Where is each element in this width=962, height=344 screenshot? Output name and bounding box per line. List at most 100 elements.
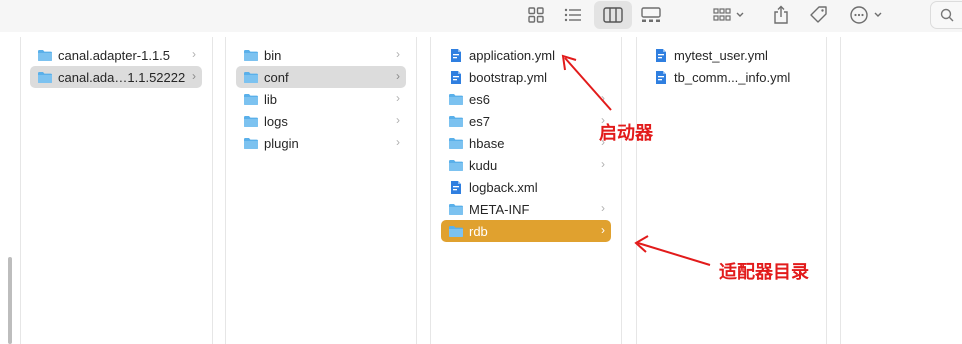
folder-icon	[447, 157, 465, 173]
share-icon	[774, 5, 788, 24]
file-icon	[447, 69, 465, 85]
item-label: kudu	[469, 157, 498, 173]
item-label: canal.ada…1.1.52222	[58, 69, 186, 85]
item-label: hbase	[469, 135, 505, 151]
chevron-right-icon: ›	[192, 69, 196, 83]
file-item[interactable]: tb_comm..._info.yml	[646, 66, 816, 88]
folder-item[interactable]: META-INF ›	[441, 198, 611, 220]
column-divider[interactable]	[416, 37, 417, 344]
column-2: bin › conf › lib › logs › plugin ›	[236, 37, 406, 344]
file-item[interactable]: bootstrap.yml	[441, 66, 611, 88]
item-label: canal.adapter-1.1.5	[58, 47, 171, 63]
file-icon	[652, 47, 670, 63]
column-view-button[interactable]	[594, 1, 632, 29]
file-icon	[652, 69, 670, 85]
adapter-dir-annotation: 适配器目录	[719, 262, 809, 283]
chevron-right-icon: ›	[601, 157, 605, 171]
more-icon	[850, 6, 882, 24]
item-label: plugin	[264, 135, 299, 151]
folder-icon	[36, 69, 54, 85]
file-item[interactable]: mytest_user.yml	[646, 44, 816, 66]
column-view-icon	[603, 7, 623, 23]
folder-item[interactable]: es6 ›	[441, 88, 611, 110]
item-label: mytest_user.yml	[674, 47, 768, 63]
chevron-right-icon: ›	[396, 113, 400, 127]
column-divider[interactable]	[20, 37, 21, 344]
column-divider[interactable]	[225, 37, 226, 344]
column-4: mytest_user.yml tb_comm..._info.yml	[646, 37, 816, 344]
folder-icon	[242, 113, 260, 129]
column-divider[interactable]	[212, 37, 213, 344]
folder-item[interactable]: es7 ›	[441, 110, 611, 132]
search-icon	[940, 8, 954, 22]
item-label: lib	[264, 91, 278, 107]
item-label: es6	[469, 91, 490, 107]
chevron-right-icon: ›	[601, 201, 605, 215]
column-divider[interactable]	[621, 37, 622, 344]
chevron-right-icon: ›	[396, 91, 400, 105]
column-divider[interactable]	[826, 37, 827, 344]
folder-icon	[242, 135, 260, 151]
chevron-right-icon: ›	[601, 223, 605, 237]
group-button[interactable]	[710, 1, 750, 29]
item-label: logback.xml	[469, 179, 538, 195]
folder-item[interactable]: conf ›	[236, 66, 406, 88]
list-view-button[interactable]	[558, 1, 588, 29]
gallery-view-icon	[641, 7, 661, 22]
scrollbar[interactable]	[8, 257, 12, 344]
folder-item[interactable]: canal.adapter-1.1.5 ›	[30, 44, 202, 66]
folder-item[interactable]: lib ›	[236, 88, 406, 110]
folder-item[interactable]: bin ›	[236, 44, 406, 66]
column-divider[interactable]	[840, 37, 841, 344]
file-icon	[447, 179, 465, 195]
folder-item[interactable]: rdb ›	[441, 220, 611, 242]
toolbar	[0, 0, 962, 32]
gallery-view-button[interactable]	[636, 1, 666, 29]
chevron-right-icon: ›	[396, 47, 400, 61]
folder-icon	[447, 201, 465, 217]
folder-icon	[242, 91, 260, 107]
file-item[interactable]: logback.xml	[441, 176, 611, 198]
icon-view-icon	[528, 7, 544, 23]
folder-icon	[242, 69, 260, 85]
file-item[interactable]: application.yml	[441, 44, 611, 66]
item-label: bin	[264, 47, 282, 63]
folder-item[interactable]: plugin ›	[236, 132, 406, 154]
tag-icon	[810, 6, 827, 23]
folder-item[interactable]: canal.ada…1.1.52222 ›	[30, 66, 202, 88]
folder-icon	[36, 47, 54, 63]
column-browser: canal.adapter-1.1.5 › canal.ada…1.1.52222 ›…	[0, 37, 962, 344]
folder-icon	[447, 113, 465, 129]
list-view-icon	[564, 8, 581, 22]
share-button[interactable]	[768, 1, 794, 29]
search-field[interactable]	[930, 1, 962, 29]
column-3: application.yml bootstrap.yml es6 › es7 › hbas…	[441, 37, 611, 344]
item-label: rdb	[469, 223, 488, 239]
folder-item[interactable]: kudu ›	[441, 154, 611, 176]
launcher-annotation: 启动器	[599, 123, 653, 144]
item-label: es7	[469, 113, 490, 129]
folder-item[interactable]: logs ›	[236, 110, 406, 132]
item-label: META-INF	[469, 201, 530, 217]
item-label: conf	[264, 69, 289, 85]
item-label: tb_comm..._info.yml	[674, 69, 791, 85]
item-label: logs	[264, 113, 288, 129]
chevron-right-icon: ›	[192, 47, 196, 61]
more-button[interactable]	[846, 1, 888, 29]
chevron-right-icon: ›	[396, 135, 400, 149]
folder-item[interactable]: hbase ›	[441, 132, 611, 154]
chevron-right-icon: ›	[396, 69, 400, 83]
group-icon	[713, 8, 744, 21]
column-divider[interactable]	[430, 37, 431, 344]
item-label: bootstrap.yml	[469, 69, 548, 85]
folder-icon	[447, 91, 465, 107]
column-divider[interactable]	[636, 37, 637, 344]
icon-view-button[interactable]	[522, 1, 550, 29]
folder-icon	[447, 135, 465, 151]
chevron-right-icon: ›	[601, 91, 605, 105]
column-1: canal.adapter-1.1.5 › canal.ada…1.1.52222 ›	[30, 37, 202, 344]
folder-icon	[447, 223, 465, 239]
file-icon	[447, 47, 465, 63]
folder-icon	[242, 47, 260, 63]
tag-button[interactable]	[806, 1, 832, 29]
